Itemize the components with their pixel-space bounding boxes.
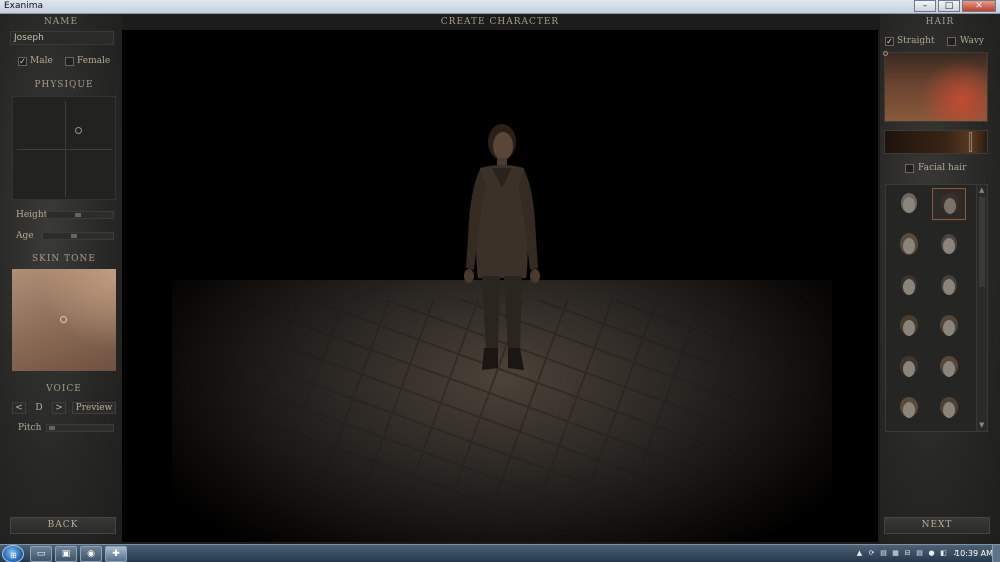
character-preview-viewport[interactable] bbox=[122, 30, 878, 542]
tray-status-icon[interactable]: ● bbox=[927, 548, 936, 558]
scrollbar-thumb[interactable] bbox=[979, 197, 985, 287]
male-checkbox[interactable]: ✓ bbox=[18, 57, 27, 66]
pitch-slider-knob[interactable] bbox=[49, 426, 55, 430]
facial-hair-checkbox[interactable] bbox=[905, 164, 914, 173]
physique-crosshair-icon[interactable] bbox=[75, 127, 82, 134]
tray-network-icon[interactable]: ◧ bbox=[939, 548, 948, 558]
taskbar-clock[interactable]: 10:39 AM bbox=[955, 549, 993, 558]
hair-style-9[interactable] bbox=[892, 352, 926, 384]
hair-style-2[interactable] bbox=[932, 188, 966, 220]
age-slider-knob[interactable] bbox=[71, 234, 77, 238]
start-button[interactable]: ⊞ bbox=[2, 545, 24, 562]
physique-axis-h bbox=[17, 149, 113, 150]
hair-style-11[interactable] bbox=[892, 393, 926, 425]
hair-style-6[interactable] bbox=[932, 270, 966, 302]
tray-steam-icon[interactable]: ⟳ bbox=[867, 548, 876, 558]
hair-style-8[interactable] bbox=[932, 311, 966, 343]
voice-preview-button[interactable]: Preview bbox=[72, 402, 116, 414]
pitch-label: Pitch bbox=[18, 423, 42, 433]
hair-color-picker[interactable] bbox=[883, 51, 988, 122]
hair-style-5[interactable] bbox=[892, 270, 926, 302]
physique-pad[interactable] bbox=[12, 96, 116, 200]
tray-app-icon[interactable]: ▤ bbox=[879, 548, 888, 558]
height-label: Height bbox=[16, 210, 48, 220]
skin-crosshair-icon[interactable] bbox=[60, 316, 67, 323]
tray-app4-icon[interactable]: ▤ bbox=[915, 548, 924, 558]
close-button[interactable]: ✕ bbox=[962, 0, 996, 12]
back-button[interactable]: BACK bbox=[10, 517, 116, 534]
windows-logo-icon: ⊞ bbox=[10, 551, 17, 560]
wavy-label: Wavy bbox=[960, 36, 985, 46]
create-character-title: CREATE CHARACTER bbox=[440, 17, 560, 27]
next-button[interactable]: NEXT bbox=[884, 517, 990, 534]
name-input[interactable]: Joseph bbox=[10, 31, 114, 45]
taskbar-explorer-icon[interactable]: ▭ bbox=[30, 546, 52, 562]
pitch-slider[interactable] bbox=[46, 424, 114, 432]
hair-shade-marker[interactable] bbox=[969, 132, 972, 152]
skin-tone-picker[interactable] bbox=[12, 269, 116, 371]
game-area: NAME Joseph ✓ Male Female PHYSIQUE Heigh… bbox=[0, 14, 1000, 544]
window-title: Exanima bbox=[4, 1, 44, 11]
maximize-button[interactable]: □ bbox=[938, 0, 960, 12]
character-model bbox=[464, 124, 540, 370]
voice-header: VOICE bbox=[46, 384, 82, 394]
hair-style-4[interactable] bbox=[932, 229, 966, 261]
female-checkbox[interactable] bbox=[65, 57, 74, 66]
hair-style-list bbox=[885, 184, 977, 432]
tray-app3-icon[interactable]: ⊟ bbox=[903, 548, 912, 558]
show-desktop-button[interactable] bbox=[992, 545, 1000, 562]
taskbar-chrome-icon[interactable]: ◉ bbox=[80, 546, 102, 562]
skin-tone-header: SKIN TONE bbox=[31, 254, 96, 264]
hair-style-7[interactable] bbox=[892, 311, 926, 343]
voice-next-button[interactable]: > bbox=[52, 402, 66, 414]
height-slider-knob[interactable] bbox=[75, 213, 81, 217]
height-slider[interactable] bbox=[46, 211, 114, 219]
female-label: Female bbox=[77, 56, 111, 66]
tray-app2-icon[interactable]: ▦ bbox=[891, 548, 900, 558]
straight-label: Straight bbox=[897, 36, 935, 46]
scroll-down-icon[interactable]: ▼ bbox=[979, 421, 984, 429]
voice-value: D bbox=[35, 403, 43, 413]
hair-style-3[interactable] bbox=[892, 229, 926, 261]
hair-color-crosshair-icon[interactable] bbox=[883, 51, 888, 56]
name-header: NAME bbox=[43, 17, 79, 27]
hair-style-scrollbar[interactable]: ▲ ▼ bbox=[976, 184, 988, 432]
hair-style-1[interactable] bbox=[892, 188, 926, 220]
tray-expand-icon[interactable]: ▲ bbox=[855, 548, 864, 558]
physique-header: PHYSIQUE bbox=[34, 80, 94, 90]
scroll-up-icon[interactable]: ▲ bbox=[979, 186, 984, 194]
left-panel: NAME Joseph ✓ Male Female PHYSIQUE Heigh… bbox=[0, 14, 122, 544]
facial-hair-label: Facial hair bbox=[918, 163, 967, 173]
system-tray: ▲ ⟳ ▤ ▦ ⊟ ▤ ● ◧ ♪ bbox=[855, 548, 960, 558]
minimize-button[interactable]: – bbox=[914, 0, 936, 12]
taskbar-exanima-icon[interactable]: ✚ bbox=[105, 546, 127, 562]
taskbar-folder-icon[interactable]: ▣ bbox=[55, 546, 77, 562]
windows-taskbar: ⊞ ▭ ▣ ◉ ✚ ▲ ⟳ ▤ ▦ ⊟ ▤ ● ◧ ♪ 10:39 AM bbox=[0, 544, 1000, 562]
window-titlebar: Exanima – □ ✕ bbox=[0, 0, 1000, 14]
hair-style-10[interactable] bbox=[932, 352, 966, 384]
hair-shade-slider[interactable] bbox=[884, 130, 988, 154]
voice-prev-button[interactable]: < bbox=[12, 402, 26, 414]
age-slider[interactable] bbox=[42, 232, 114, 240]
hair-header: HAIR bbox=[925, 17, 955, 27]
wavy-checkbox[interactable] bbox=[947, 37, 956, 46]
hair-style-12[interactable] bbox=[932, 393, 966, 425]
age-label: Age bbox=[16, 231, 34, 241]
male-label: Male bbox=[30, 56, 53, 66]
straight-checkbox[interactable]: ✓ bbox=[885, 37, 894, 46]
